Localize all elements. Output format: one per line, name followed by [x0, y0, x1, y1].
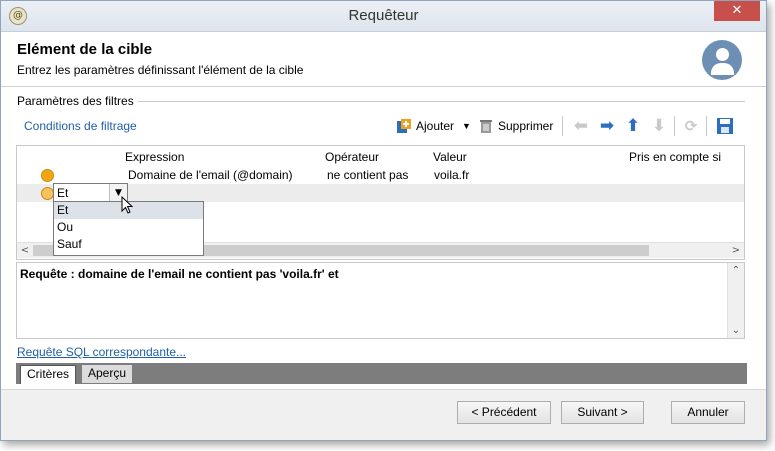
move-down-icon[interactable]: ⬇	[650, 117, 668, 135]
user-avatar-icon	[702, 40, 742, 80]
next-button[interactable]: Suivant >	[561, 401, 644, 424]
scroll-left-icon[interactable]: <	[17, 243, 33, 258]
move-up-icon[interactable]: ⬆	[624, 117, 642, 135]
previous-button[interactable]: < Précédent	[457, 401, 551, 424]
toolbar-separator	[706, 116, 707, 136]
filter-toolbar: Conditions de filtrage Ajouter ▼ Supprim…	[16, 111, 746, 141]
add-button[interactable]: Ajouter ▼	[396, 116, 471, 136]
title-bar[interactable]: @ Requêteur ✕	[1, 1, 766, 32]
row-expression: Domaine de l'email (@domain)	[128, 168, 293, 182]
toolbar-separator	[674, 116, 675, 136]
wizard-header: Elément de la cible Entrez les paramètre…	[1, 32, 766, 87]
section-label: Paramètres des filtres	[17, 94, 138, 108]
trash-icon	[478, 118, 494, 134]
save-icon[interactable]	[716, 117, 734, 135]
dropdown-option-ou[interactable]: Ou	[54, 219, 203, 236]
vertical-scrollbar[interactable]: ⌃ ⌄	[727, 263, 744, 338]
tab-preview[interactable]: Aperçu	[82, 365, 133, 383]
cancel-button[interactable]: Annuler	[671, 401, 745, 424]
delete-label: Supprimer	[498, 119, 554, 133]
query-summary: Requête : domaine de l'email ne contient…	[16, 262, 745, 339]
requeteur-window: @ Requêteur ✕ Elément de la cible Entrez…	[0, 0, 767, 441]
mouse-cursor-icon	[121, 196, 134, 214]
delete-button[interactable]: Supprimer	[478, 116, 553, 136]
tab-criteria[interactable]: Critères	[20, 365, 77, 384]
section-divider	[131, 101, 745, 102]
add-icon	[396, 118, 412, 134]
filter-conditions-link[interactable]: Conditions de filtrage	[24, 119, 137, 133]
window-title: Requêteur	[348, 7, 419, 24]
sql-query-link[interactable]: Requête SQL correspondante...	[17, 345, 186, 359]
move-left-icon[interactable]: ⬅	[572, 117, 590, 135]
column-header-operator[interactable]: Opérateur	[325, 150, 379, 164]
button-bar: < Précédent Suivant > Annuler	[1, 389, 766, 440]
add-label: Ajouter	[416, 119, 455, 133]
toolbar-separator	[562, 116, 563, 136]
column-header-condition[interactable]: Pris en compte si	[629, 150, 721, 164]
dropdown-option-sauf[interactable]: Sauf	[54, 236, 203, 253]
page-subtitle: Entrez les paramètres définissant l'élém…	[17, 63, 304, 77]
refresh-icon[interactable]: ⟳	[682, 117, 700, 135]
logic-operator-value: Et	[57, 186, 69, 200]
scroll-up-icon[interactable]: ⌃	[728, 263, 744, 278]
condition-status-icon	[41, 169, 54, 182]
query-text: Requête : domaine de l'email ne contient…	[20, 267, 339, 281]
tab-bar: Critères Aperçu	[16, 363, 747, 384]
move-right-icon[interactable]: ➡	[598, 117, 616, 135]
column-header-expression[interactable]: Expression	[125, 150, 184, 164]
scroll-down-icon[interactable]: ⌄	[728, 323, 744, 338]
grid-header: Expression Opérateur Valeur Pris en comp…	[17, 146, 744, 166]
page-title: Elément de la cible	[17, 41, 153, 58]
scroll-right-icon[interactable]: >	[728, 243, 744, 258]
table-row[interactable]: Domaine de l'email (@domain) ne contient…	[17, 166, 744, 184]
row-operator: ne contient pas	[327, 168, 409, 182]
column-header-value[interactable]: Valeur	[433, 150, 467, 164]
close-button[interactable]: ✕	[714, 1, 760, 21]
add-dropdown-arrow-icon[interactable]: ▼	[462, 121, 471, 131]
row-value: voila.fr	[434, 168, 470, 182]
logic-operator-select[interactable]: Et ▼	[53, 183, 128, 203]
